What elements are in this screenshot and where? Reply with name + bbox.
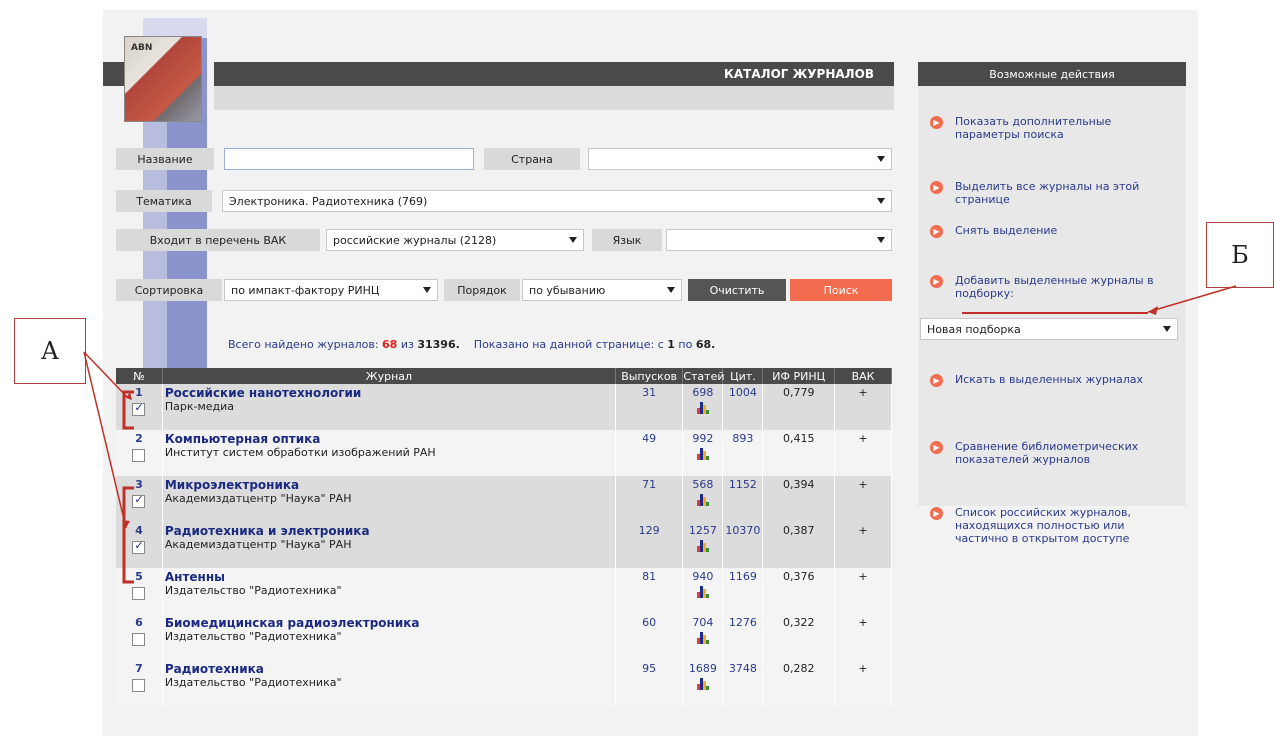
annotation-lines: [83, 285, 1237, 584]
